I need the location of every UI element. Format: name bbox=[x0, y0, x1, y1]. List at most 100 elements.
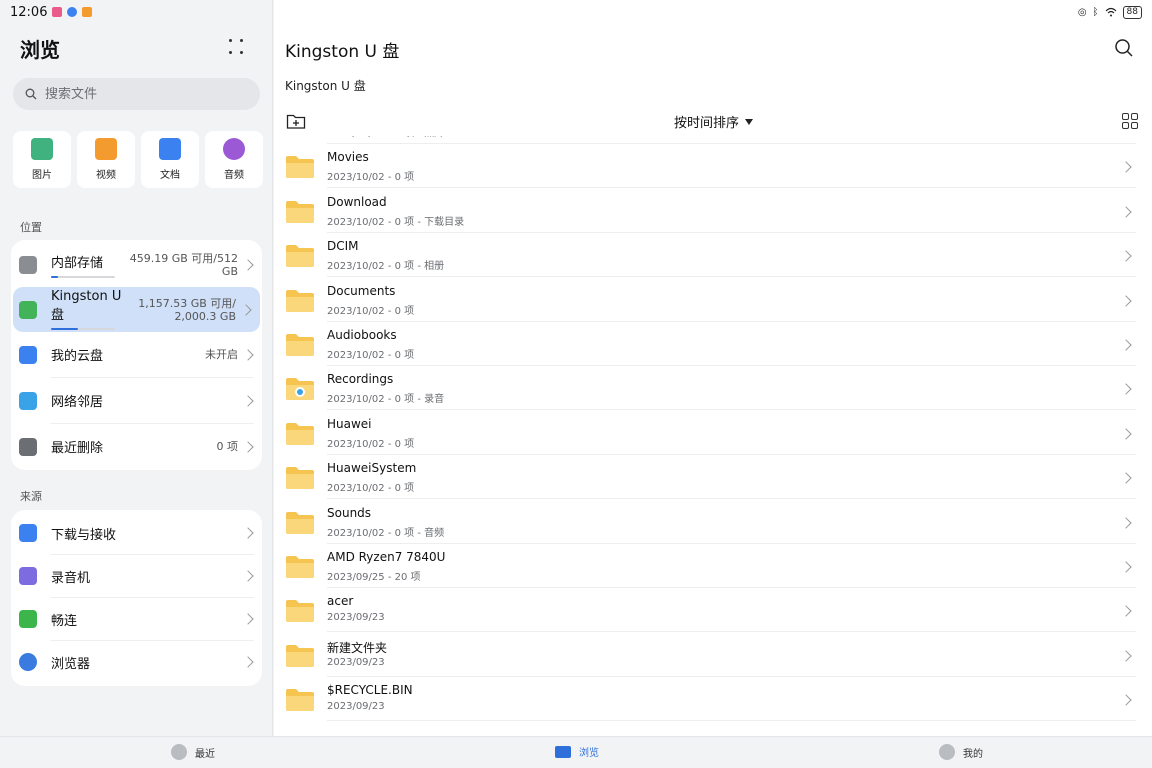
chevron-right-icon bbox=[242, 348, 254, 361]
search-bar[interactable] bbox=[13, 78, 260, 110]
file-row[interactable]: Sounds 2023/10/02 - 0 项 - 音频 bbox=[274, 500, 1152, 544]
usb-icon bbox=[19, 300, 37, 319]
file-row[interactable]: DCIM 2023/10/02 - 0 项 - 相册 bbox=[274, 233, 1152, 278]
source-main: 录音机 bbox=[51, 567, 242, 586]
file-list: 2023/10/02 - 1 项 - 照片 Movies 2023/10/02 - … bbox=[274, 136, 1152, 736]
download-icon bbox=[19, 524, 37, 542]
nav-clock[interactable]: 最近 bbox=[171, 744, 215, 760]
file-row[interactable]: $RECYCLE.BIN 2023/09/23 bbox=[274, 677, 1152, 722]
file-row[interactable]: 新建文件夹 2023/09/23 bbox=[274, 633, 1152, 677]
document-icon bbox=[159, 138, 181, 160]
location-item-1[interactable]: Kingston U 盘 1,157.53 GB 可用/2,000.3 GB bbox=[13, 287, 260, 332]
file-meta: 2023/09/23 bbox=[327, 656, 385, 668]
location-info: 未开启 bbox=[205, 348, 238, 361]
category-card-document[interactable]: 文档 bbox=[141, 131, 199, 188]
nav-folder[interactable]: 浏览 bbox=[555, 744, 599, 759]
more-options-button[interactable] bbox=[229, 39, 247, 57]
file-row[interactable]: Documents 2023/10/02 - 0 项 bbox=[274, 278, 1152, 322]
location-item-2[interactable]: 我的云盘 未开启 bbox=[11, 332, 262, 377]
storage-usage-fill bbox=[51, 275, 58, 278]
location-main: 最近删除 bbox=[51, 437, 217, 456]
chevron-right-icon bbox=[1120, 161, 1132, 174]
chevron-right-icon bbox=[242, 440, 254, 453]
recordings-folder-icon bbox=[286, 378, 314, 401]
location-item-4[interactable]: 最近删除 0 项 bbox=[11, 424, 262, 469]
nav-label: 浏览 bbox=[579, 748, 599, 759]
storage-usage-bar bbox=[51, 275, 115, 278]
folder-icon bbox=[286, 556, 314, 578]
nav-label: 最近 bbox=[195, 748, 215, 760]
folder-icon bbox=[286, 511, 314, 534]
page-title: Kingston U 盘 bbox=[285, 42, 400, 62]
chevron-right-icon bbox=[242, 656, 254, 668]
breadcrumb[interactable]: Kingston U 盘 bbox=[285, 77, 366, 94]
category-row: 图片 视频 文档 音频 bbox=[13, 131, 263, 188]
folder-icon bbox=[286, 289, 314, 312]
file-row[interactable]: acer 2023/09/23 bbox=[274, 588, 1152, 633]
source-item-2[interactable]: 畅连 bbox=[11, 598, 262, 640]
locations-heading: 位置 bbox=[20, 221, 42, 234]
source-name: 下载与接收 bbox=[51, 527, 117, 543]
file-name: HuaweiSystem bbox=[327, 461, 417, 476]
file-name: Sounds bbox=[327, 505, 372, 520]
file-name: DCIM bbox=[327, 239, 359, 254]
file-name: Documents bbox=[327, 283, 396, 298]
file-row[interactable]: Huawei 2023/10/02 - 0 项 bbox=[274, 411, 1152, 455]
bluetooth-icon: ᛒ bbox=[1092, 6, 1099, 18]
location-main: 内部存储 bbox=[51, 252, 130, 278]
location-item-0[interactable]: 内部存储 459.19 GB 可用/512 GB bbox=[11, 242, 262, 287]
category-card-video[interactable]: 视频 bbox=[77, 131, 135, 188]
clock: 12:06 bbox=[10, 4, 48, 20]
file-name: Huawei bbox=[327, 416, 372, 431]
network-icon bbox=[19, 391, 37, 410]
file-name: 新建文件夹 bbox=[327, 640, 388, 655]
file-meta: 2023/10/02 - 0 项 - 录音 bbox=[327, 394, 445, 406]
source-main: 浏览器 bbox=[51, 653, 242, 672]
category-card-image[interactable]: 图片 bbox=[13, 131, 71, 188]
file-meta: 2023/09/23 bbox=[327, 612, 385, 624]
sort-by-time-button[interactable]: 按时间排序 bbox=[674, 112, 754, 131]
category-card-audio[interactable]: 音频 bbox=[205, 131, 263, 188]
source-name: 浏览器 bbox=[51, 656, 91, 672]
file-row[interactable]: AMD Ryzen7 7840U 2023/09/25 - 20 项 bbox=[274, 544, 1152, 588]
locations-card: 内部存储 459.19 GB 可用/512 GB Kingston U 盘 1,157.… bbox=[11, 240, 262, 470]
search-input[interactable] bbox=[45, 86, 225, 102]
folder-icon bbox=[286, 689, 314, 712]
folder-icon bbox=[286, 245, 314, 268]
sources-heading: 来源 bbox=[20, 490, 42, 503]
folder-icon bbox=[286, 334, 314, 356]
video-icon bbox=[95, 138, 117, 160]
new-folder-icon[interactable] bbox=[286, 112, 306, 130]
category-label: 图片 bbox=[32, 170, 52, 181]
source-main: 下载与接收 bbox=[51, 524, 242, 543]
source-item-1[interactable]: 录音机 bbox=[11, 555, 262, 597]
dropdown-caret-icon bbox=[745, 118, 754, 125]
category-label: 音频 bbox=[224, 170, 244, 181]
folder-icon bbox=[286, 422, 314, 445]
location-name: 网络邻居 bbox=[51, 395, 104, 410]
bottom-navigation: 最近 浏览 我的 bbox=[0, 736, 1152, 768]
chevron-right-icon bbox=[1120, 561, 1132, 573]
file-row[interactable]: Audiobooks 2023/10/02 - 0 项 bbox=[274, 322, 1152, 366]
location-info-line1: 未开启 bbox=[205, 348, 238, 361]
file-row[interactable]: Recordings 2023/10/02 - 0 项 - 录音 bbox=[274, 366, 1152, 411]
file-row[interactable]: Movies 2023/10/02 - 0 项 bbox=[274, 144, 1152, 189]
notification-icon bbox=[52, 7, 63, 17]
trash-icon bbox=[19, 437, 37, 456]
file-row[interactable]: Download 2023/10/02 - 0 项 - 下载目录 bbox=[274, 189, 1152, 233]
location-info: 0 项 bbox=[217, 440, 239, 453]
chevron-right-icon bbox=[242, 394, 254, 407]
source-item-0[interactable]: 下载与接收 bbox=[11, 512, 262, 554]
sort-label: 按时间排序 bbox=[674, 116, 740, 131]
source-item-3[interactable]: 浏览器 bbox=[11, 641, 262, 683]
chevron-right-icon bbox=[1120, 294, 1132, 307]
file-row[interactable]: 2023/10/02 - 1 项 - 照片 bbox=[274, 136, 1152, 144]
location-info-line1: 459.19 GB 可用/512 bbox=[129, 251, 238, 265]
file-row[interactable]: HuaweiSystem 2023/10/02 - 0 项 bbox=[274, 455, 1152, 500]
meetime-icon bbox=[19, 610, 37, 628]
location-name: 我的云盘 bbox=[51, 349, 104, 364]
nav-profile[interactable]: 我的 bbox=[939, 744, 983, 760]
search-icon[interactable] bbox=[1114, 38, 1134, 58]
location-item-3[interactable]: 网络邻居 bbox=[11, 378, 262, 423]
grid-view-icon[interactable] bbox=[1122, 113, 1138, 129]
